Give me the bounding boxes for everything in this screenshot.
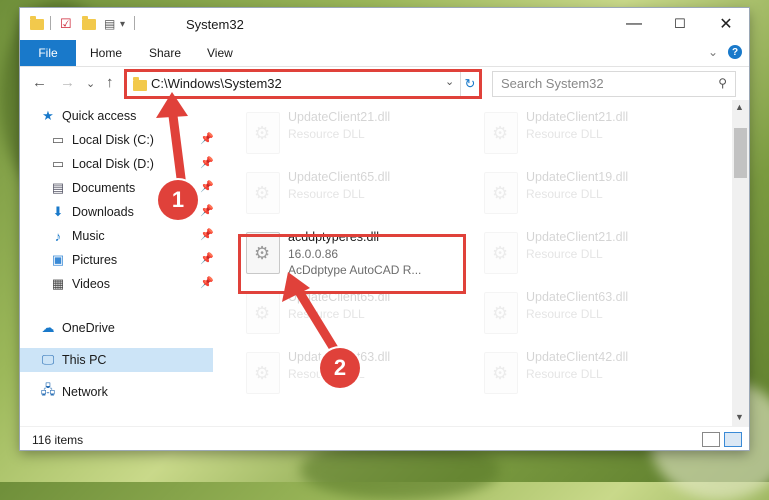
step-2-badge: 2 — [320, 348, 360, 388]
step-1-badge: 1 — [158, 180, 198, 220]
annotation-arrows — [156, 92, 341, 357]
arrow-1-head — [156, 92, 188, 118]
arrow-1-shaft — [167, 103, 187, 191]
arrow-2-shaft — [293, 285, 341, 357]
